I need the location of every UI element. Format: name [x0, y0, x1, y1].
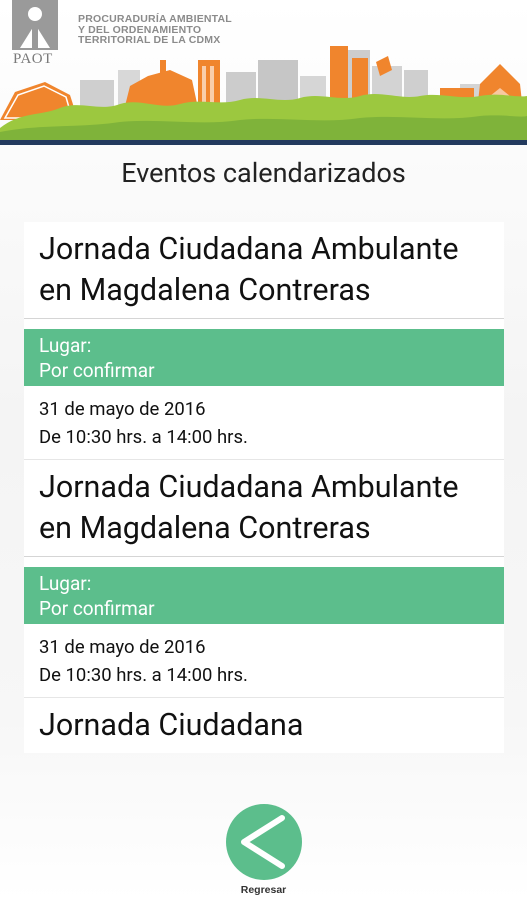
- event-date: 31 de mayo de 2016: [39, 636, 206, 658]
- event-schedule: 31 de mayo de 2016 De 10:30 hrs. a 14:00…: [24, 624, 504, 697]
- events-list[interactable]: Jornada Ciudadana Ambulante en Magdalena…: [24, 222, 504, 780]
- back-button-label[interactable]: Regresar: [0, 884, 527, 896]
- chevron-left-icon: [241, 815, 285, 869]
- event-time: De 10:30 hrs. a 14:00 hrs.: [39, 664, 248, 686]
- event-place-value: Por confirmar: [39, 597, 155, 620]
- paot-emblem-icon: [12, 0, 58, 50]
- event-place-value: Por confirmar: [39, 359, 155, 382]
- event-schedule: 31 de mayo de 2016 De 10:30 hrs. a 14:00…: [24, 386, 504, 459]
- divider: [24, 556, 504, 557]
- back-button[interactable]: [226, 804, 302, 880]
- event-place-label: Lugar:: [39, 572, 92, 595]
- event-place-label: Lugar:: [39, 334, 92, 357]
- event-card[interactable]: Jornada Ciudadana: [24, 697, 504, 753]
- header-banner: PAOT PROCURADURÍA AMBIENTAL Y DEL ORDENA…: [0, 0, 527, 146]
- event-place-box: Lugar: Por confirmar: [24, 567, 504, 624]
- event-card[interactable]: Jornada Ciudadana Ambulante en Magdalena…: [24, 459, 504, 697]
- page-title: Eventos calendarizados: [121, 157, 406, 189]
- paot-logo-text: PAOT: [13, 51, 53, 67]
- event-title: Jornada Ciudadana: [39, 708, 304, 743]
- organization-name: PROCURADURÍA AMBIENTAL Y DEL ORDENAMIENT…: [78, 14, 232, 46]
- header-divider: [0, 140, 527, 145]
- organization-name-line-3: TERRITORIAL DE LA CDMX: [78, 34, 221, 46]
- event-date: 31 de mayo de 2016: [39, 398, 206, 420]
- event-title: Jornada Ciudadana Ambulante en Magdalena…: [39, 470, 459, 546]
- event-time: De 10:30 hrs. a 14:00 hrs.: [39, 426, 248, 448]
- event-card[interactable]: Jornada Ciudadana Ambulante en Magdalena…: [24, 222, 504, 459]
- event-title: Jornada Ciudadana Ambulante en Magdalena…: [39, 232, 459, 308]
- divider: [24, 318, 504, 319]
- event-place-box: Lugar: Por confirmar: [24, 329, 504, 386]
- organization-name-line-1: PROCURADURÍA AMBIENTAL: [78, 13, 232, 25]
